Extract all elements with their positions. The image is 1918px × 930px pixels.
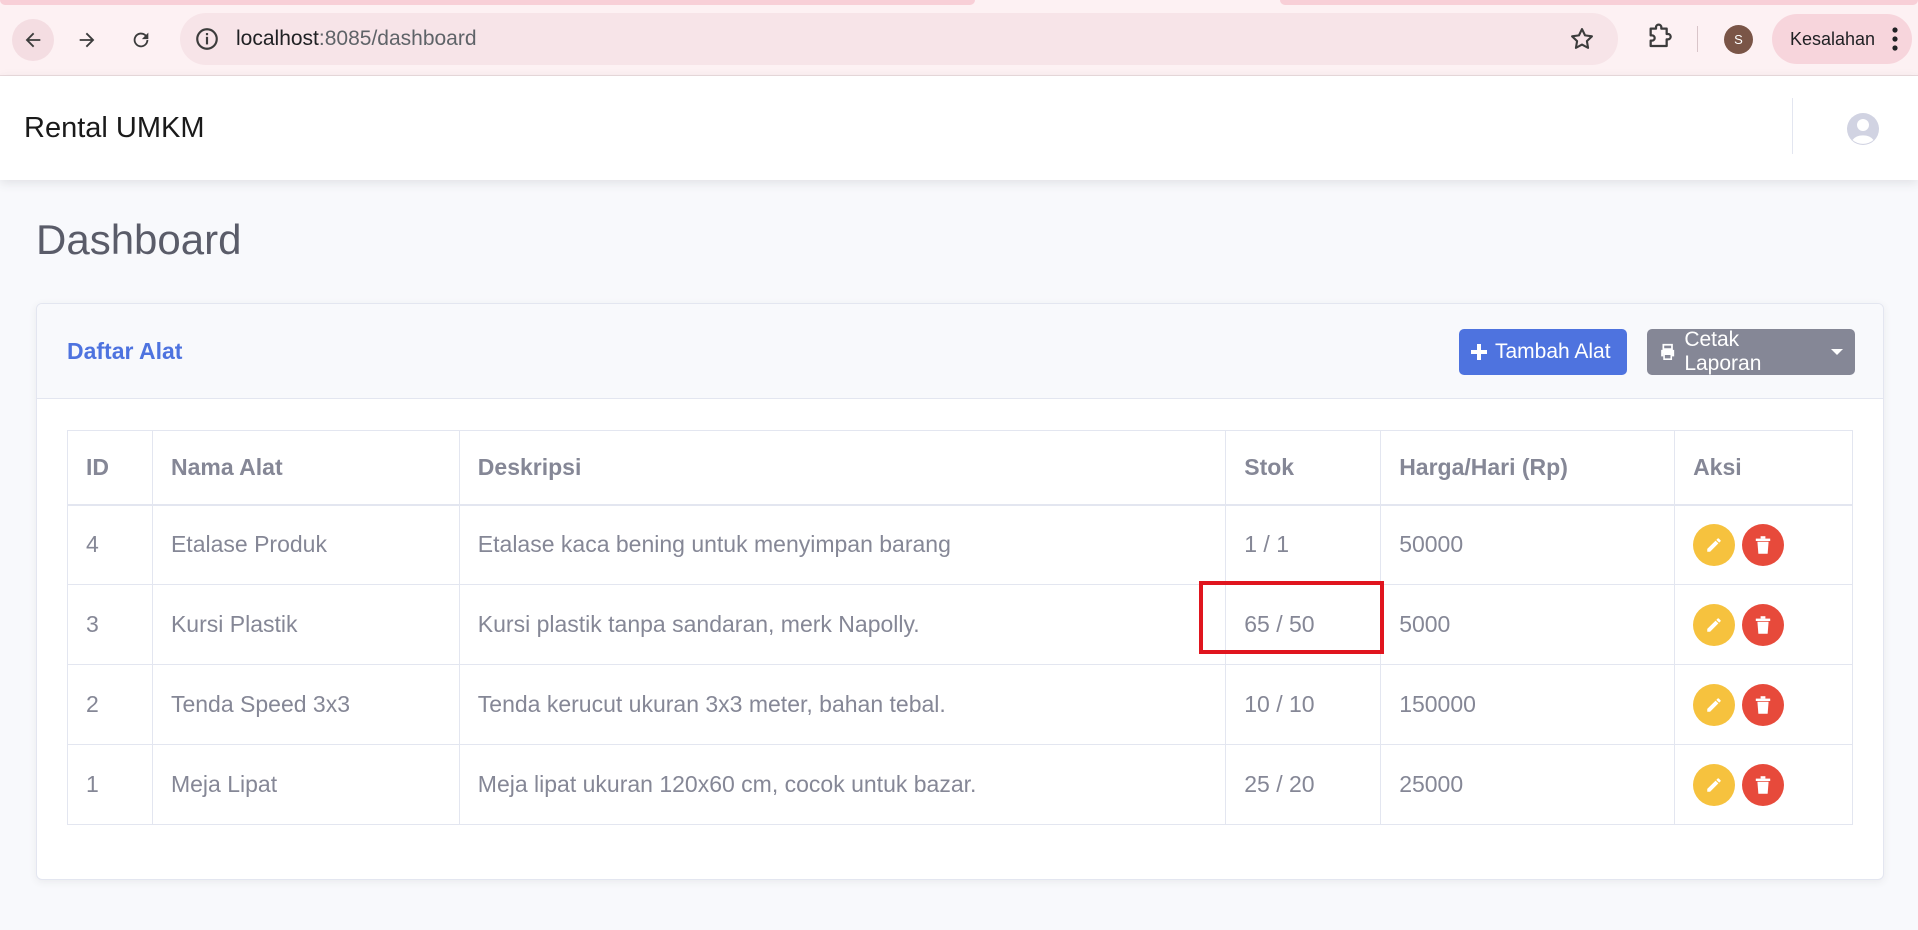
print-report-dropdown[interactable]: Cetak Laporan <box>1647 328 1855 375</box>
equipment-card: Daftar Alat Tambah Alat Cetak Laporan ID… <box>36 303 1884 880</box>
cell-actions <box>1674 504 1853 585</box>
cell-actions <box>1674 584 1853 665</box>
cell-id: 2 <box>67 664 153 745</box>
pencil-icon <box>1707 538 1721 552</box>
table-row: 1 Meja Lipat Meja lipat ukuran 120x60 cm… <box>67 744 1853 825</box>
url-text[interactable]: localhost:8085/dashboard <box>236 27 477 51</box>
table-header-row: ID Nama Alat Deskripsi Stok Harga/Hari (… <box>67 430 1853 506</box>
column-header-name[interactable]: Nama Alat <box>151 430 460 506</box>
plus-icon <box>1471 344 1487 360</box>
cell-id: 4 <box>67 504 153 585</box>
arrow-left-icon <box>25 32 41 48</box>
edit-button[interactable] <box>1693 763 1736 806</box>
column-header-price[interactable]: Harga/Hari (Rp) <box>1380 430 1676 506</box>
table-row: 2 Tenda Speed 3x3 Tenda kerucut ukuran 3… <box>67 664 1853 745</box>
card-header: Daftar Alat Tambah Alat Cetak Laporan <box>37 304 1883 399</box>
cell-price: 5000 <box>1380 584 1676 665</box>
info-icon[interactable] <box>194 26 220 52</box>
cell-name: Meja Lipat <box>151 744 460 825</box>
kebab-menu-icon <box>1892 27 1898 51</box>
cell-actions <box>1674 664 1853 745</box>
cell-price: 25000 <box>1380 744 1676 825</box>
reload-icon <box>133 32 149 48</box>
highlight-box <box>1199 581 1384 654</box>
delete-button[interactable] <box>1742 603 1785 646</box>
trash-icon <box>1755 775 1771 794</box>
edit-button[interactable] <box>1693 603 1736 646</box>
topbar-divider <box>1792 98 1793 154</box>
cell-description: Tenda kerucut ukuran 3x3 meter, bahan te… <box>458 664 1227 745</box>
page-title: Dashboard <box>36 216 242 263</box>
app-brand[interactable]: Rental UMKM <box>24 112 205 145</box>
column-header-description[interactable]: Deskripsi <box>458 430 1227 506</box>
delete-button[interactable] <box>1742 523 1785 566</box>
edit-button[interactable] <box>1693 523 1736 566</box>
cell-actions <box>1674 744 1853 825</box>
cell-stock: 25 / 20 <box>1225 744 1382 825</box>
app-topbar: Rental UMKM <box>0 76 1918 180</box>
printer-icon <box>1661 343 1675 361</box>
column-header-actions: Aksi <box>1674 430 1853 506</box>
cell-name: Etalase Produk <box>151 504 460 585</box>
cell-description: Etalase kaca bening untuk menyimpan bara… <box>458 504 1227 585</box>
print-report-label: Cetak Laporan <box>1684 328 1762 375</box>
trash-icon <box>1755 535 1771 554</box>
cell-description: Kursi plastik tanpa sandaran, merk Napol… <box>458 584 1227 665</box>
browser-chrome: localhost:8085/dashboard S Kesalahan <box>0 0 1918 76</box>
tab-strip <box>0 0 1918 6</box>
add-equipment-button[interactable]: Tambah Alat <box>1459 329 1627 375</box>
column-header-stock[interactable]: Stok <box>1225 430 1382 506</box>
cell-id: 3 <box>67 584 153 665</box>
star-icon[interactable] <box>1568 25 1596 53</box>
add-equipment-label: Tambah Alat <box>1495 340 1611 363</box>
equipment-table: ID Nama Alat Deskripsi Stok Harga/Hari (… <box>67 430 1853 825</box>
cell-name: Kursi Plastik <box>151 584 460 665</box>
error-menu-button[interactable]: Kesalahan <box>1772 14 1912 64</box>
forward-button[interactable] <box>66 19 108 61</box>
trash-icon <box>1755 615 1771 634</box>
cell-price: 50000 <box>1380 504 1676 585</box>
table-row: 4 Etalase Produk Etalase kaca bening unt… <box>67 504 1853 585</box>
trash-icon <box>1755 695 1771 714</box>
profile-avatar[interactable]: S <box>1724 25 1753 54</box>
edit-button[interactable] <box>1693 683 1736 726</box>
puzzle-icon[interactable] <box>1644 22 1676 54</box>
pencil-icon <box>1707 777 1721 792</box>
column-header-id[interactable]: ID <box>67 430 153 506</box>
cell-stock: 10 / 10 <box>1225 664 1382 745</box>
cell-name: Tenda Speed 3x3 <box>151 664 460 745</box>
table-row: 3 Kursi Plastik Kursi plastik tanpa sand… <box>67 584 1853 665</box>
url-path: :8085/dashboard <box>318 27 477 50</box>
caret-down-icon <box>1831 349 1843 355</box>
cell-stock: 1 / 1 <box>1225 504 1382 585</box>
delete-button[interactable] <box>1742 683 1785 726</box>
reload-button[interactable] <box>120 19 162 61</box>
pencil-icon <box>1707 617 1721 632</box>
back-button[interactable] <box>12 19 54 61</box>
user-circle-icon[interactable] <box>1846 112 1880 146</box>
address-bar[interactable]: localhost:8085/dashboard <box>180 13 1618 65</box>
browser-tab[interactable] <box>0 0 975 5</box>
toolbar-divider <box>1697 26 1698 52</box>
pencil-icon <box>1707 697 1721 712</box>
error-label: Kesalahan <box>1790 29 1876 49</box>
url-host: localhost <box>236 27 319 50</box>
arrow-right-icon <box>79 32 95 48</box>
cell-description: Meja lipat ukuran 120x60 cm, cocok untuk… <box>458 744 1227 825</box>
card-title: Daftar Alat <box>67 338 183 364</box>
delete-button[interactable] <box>1742 763 1785 806</box>
browser-tab[interactable] <box>1280 0 1918 5</box>
cell-id: 1 <box>67 744 153 825</box>
cell-price: 150000 <box>1380 664 1676 745</box>
